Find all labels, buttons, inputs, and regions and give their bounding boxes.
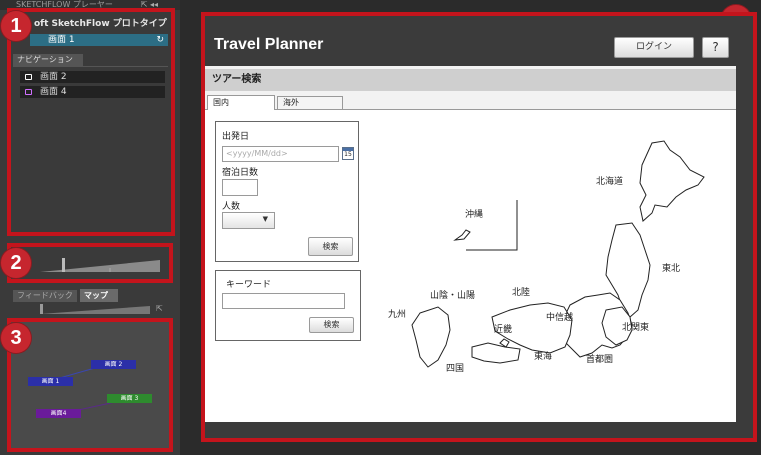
zoom-slider[interactable]: [40, 256, 164, 276]
region-label-hokkaido: 北海道: [596, 177, 624, 187]
tab-divider: [13, 66, 168, 67]
refresh-icon[interactable]: ↻: [156, 34, 164, 46]
current-screen-label: 画面 1: [48, 35, 75, 45]
map-node-screen2[interactable]: 画面 2: [91, 360, 136, 369]
tab-feedback[interactable]: フィードバック: [13, 290, 77, 302]
nav-item-screen2[interactable]: 画面 2: [20, 71, 165, 83]
region-label-sanin-sanyo: 山陰・山陽: [430, 291, 476, 301]
chevron-down-icon: ▼: [262, 215, 268, 223]
tab-overseas[interactable]: 海外: [277, 96, 343, 110]
help-button[interactable]: ?: [702, 37, 729, 58]
region-label-shikoku: 四国: [446, 364, 465, 374]
screen-icon: [25, 74, 32, 80]
nights-label: 宿泊日数: [222, 168, 259, 178]
tab-domestic[interactable]: 国内: [207, 95, 275, 111]
region-label-chushinetsu: 中信越: [546, 313, 574, 323]
keyword-label: キーワード: [226, 280, 272, 290]
region-label-shutoken: 首都圏: [586, 355, 614, 365]
map-node-screen1[interactable]: 画面 1: [28, 377, 73, 386]
map-node-screen4[interactable]: 画面4: [36, 409, 81, 418]
tab-map[interactable]: マップ: [80, 289, 118, 302]
nav-item-screen4[interactable]: 画面 4: [20, 86, 165, 98]
region-label-kitakanto: 北関東: [622, 323, 650, 333]
tab-navigation[interactable]: ナビゲーション: [13, 54, 83, 66]
region-label-okinawa: 沖縄: [465, 210, 484, 220]
nav-item-label: 画面 4: [40, 87, 67, 97]
region-label-tokai: 東海: [534, 352, 553, 362]
badge-2: 2: [1, 248, 31, 278]
badge-1: 1: [1, 11, 31, 41]
current-screen-item[interactable]: 画面 1 ↻: [30, 34, 168, 46]
tour-search-bar: ツアー検索: [205, 69, 736, 91]
date-input[interactable]: <yyyy/MM/dd>: [222, 146, 339, 162]
calendar-day: 15: [344, 151, 352, 158]
keyword-input[interactable]: [222, 293, 345, 309]
calendar-icon[interactable]: 15: [342, 147, 354, 160]
map-node-screen3[interactable]: 画面 3: [107, 394, 152, 403]
region-label-hokuriku: 北陸: [512, 288, 531, 298]
date-label: 出発日: [222, 132, 250, 142]
screen-icon: [25, 89, 32, 95]
japan-map[interactable]: [380, 135, 710, 385]
people-label: 人数: [222, 202, 241, 212]
region-label-tohoku: 東北: [662, 264, 681, 274]
region-label-kyushu: 九州: [388, 310, 407, 320]
app-title: Travel Planner: [214, 36, 324, 53]
login-button[interactable]: ログイン: [614, 37, 694, 58]
popout-icon[interactable]: ⇱: [156, 304, 163, 313]
search-button[interactable]: 検索: [308, 237, 353, 256]
nights-input[interactable]: [222, 179, 258, 196]
prototype-title: oft SketchFlow プロトタイプ: [34, 19, 167, 29]
nav-item-label: 画面 2: [40, 72, 67, 82]
map-zoom-slider[interactable]: [40, 302, 164, 316]
region-label-kinki: 近畿: [494, 325, 513, 335]
badge-3: 3: [1, 323, 31, 353]
people-select[interactable]: ▼: [222, 212, 275, 229]
keyword-search-button[interactable]: 検索: [309, 317, 354, 333]
